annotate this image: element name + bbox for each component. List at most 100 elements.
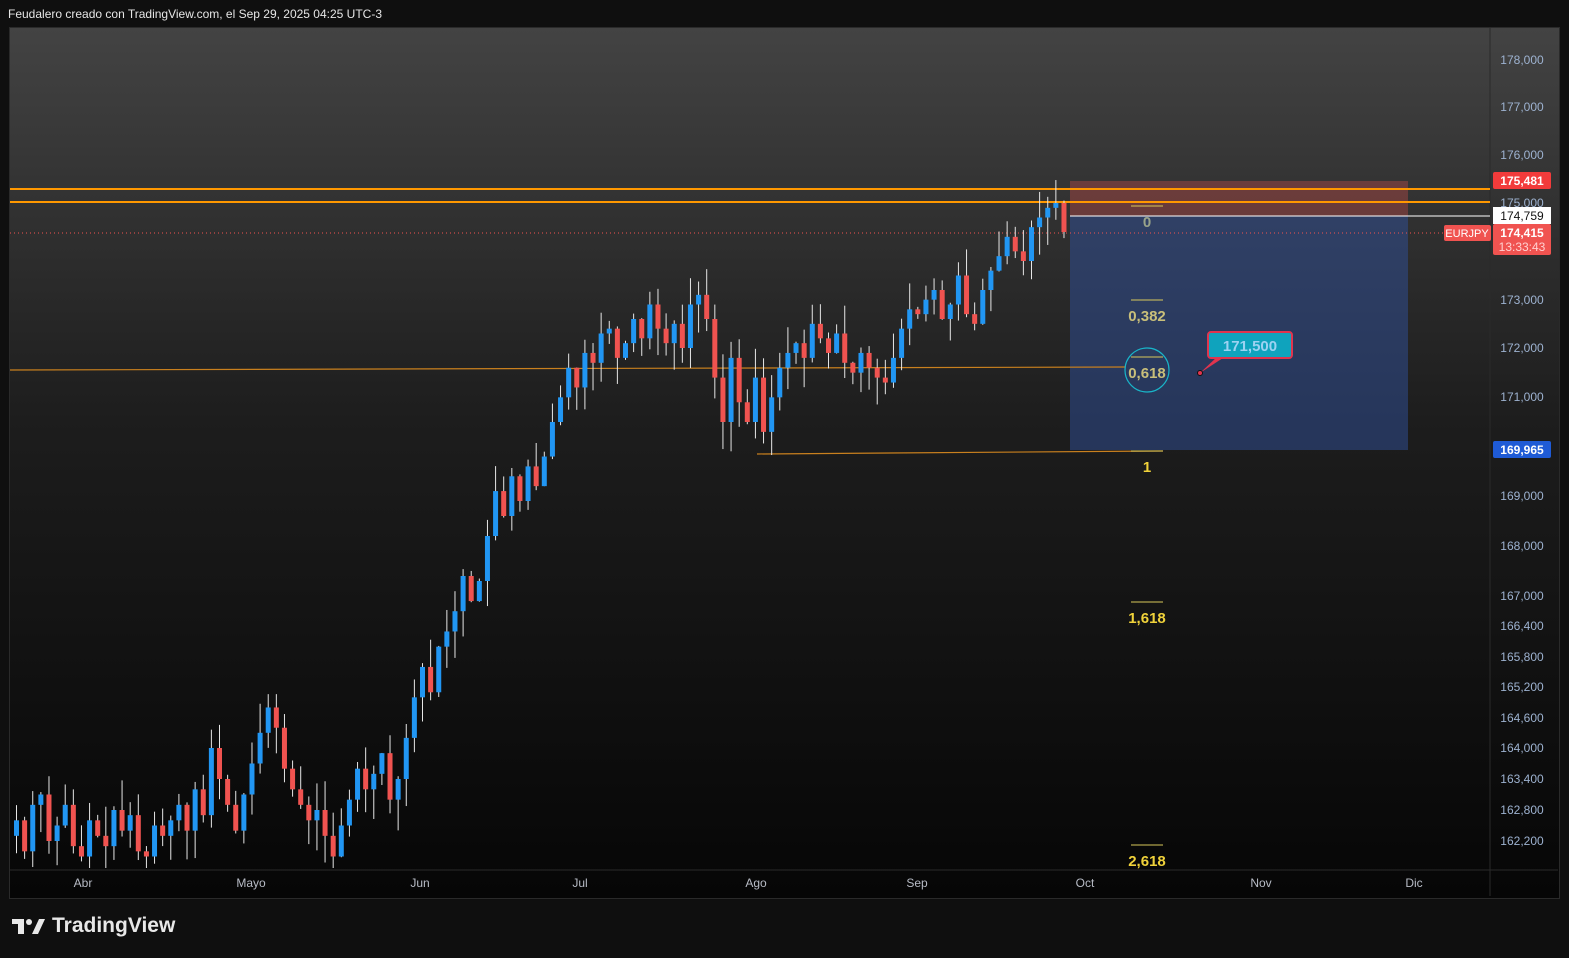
candle[interactable] xyxy=(192,781,198,859)
candle[interactable] xyxy=(14,805,19,854)
risk-zone[interactable] xyxy=(1070,181,1408,216)
candle[interactable] xyxy=(468,570,474,603)
candle[interactable] xyxy=(298,766,304,809)
candle[interactable] xyxy=(663,313,669,356)
candle[interactable] xyxy=(70,789,76,854)
candle[interactable] xyxy=(249,742,255,815)
candle[interactable] xyxy=(200,774,206,823)
candle[interactable] xyxy=(1020,230,1026,276)
candle[interactable] xyxy=(501,476,507,518)
candle[interactable] xyxy=(452,591,458,658)
candle[interactable] xyxy=(217,724,222,800)
candle[interactable] xyxy=(395,776,401,831)
candle[interactable] xyxy=(704,269,710,332)
candle[interactable] xyxy=(403,723,409,807)
candle[interactable] xyxy=(639,318,645,356)
candle[interactable] xyxy=(355,761,361,812)
candle[interactable] xyxy=(752,348,758,439)
candle[interactable] xyxy=(371,765,377,819)
candle[interactable] xyxy=(598,312,604,382)
candle[interactable] xyxy=(30,791,36,868)
candle[interactable] xyxy=(939,280,945,320)
candle[interactable] xyxy=(590,343,596,391)
candle[interactable] xyxy=(184,802,190,860)
candle[interactable] xyxy=(314,783,320,851)
candle[interactable] xyxy=(135,794,141,861)
candle[interactable] xyxy=(1045,196,1051,245)
candle[interactable] xyxy=(817,304,823,344)
candle[interactable] xyxy=(103,806,109,868)
candle[interactable] xyxy=(525,459,531,510)
candle[interactable] xyxy=(606,320,612,344)
candle[interactable] xyxy=(566,353,572,410)
candle[interactable] xyxy=(923,285,929,322)
tradingview-logo[interactable]: TradingView xyxy=(12,914,175,938)
candle[interactable] xyxy=(549,403,555,460)
candle[interactable] xyxy=(647,291,653,350)
candle[interactable] xyxy=(541,451,547,487)
candle[interactable] xyxy=(582,339,588,410)
candle[interactable] xyxy=(265,694,271,748)
candle[interactable] xyxy=(1053,180,1059,220)
candle[interactable] xyxy=(858,347,864,393)
candle[interactable] xyxy=(687,278,693,369)
candle[interactable] xyxy=(78,825,84,862)
candle[interactable] xyxy=(655,288,661,356)
candle[interactable] xyxy=(1012,226,1018,259)
candle[interactable] xyxy=(850,361,856,385)
candle[interactable] xyxy=(233,790,239,834)
candle[interactable] xyxy=(411,679,417,753)
candle[interactable] xyxy=(964,249,970,318)
candle[interactable] xyxy=(947,302,953,341)
callout-anchor[interactable] xyxy=(1197,370,1203,376)
candle[interactable] xyxy=(111,806,117,860)
candle[interactable] xyxy=(533,442,539,491)
candle[interactable] xyxy=(671,320,677,370)
candle[interactable] xyxy=(907,283,913,346)
candle[interactable] xyxy=(1029,220,1034,280)
candle[interactable] xyxy=(931,278,937,315)
candle[interactable] xyxy=(379,752,385,785)
candle[interactable] xyxy=(972,302,978,331)
candle[interactable] xyxy=(484,519,490,607)
candle[interactable] xyxy=(874,358,880,405)
candle[interactable] xyxy=(306,796,312,845)
candle[interactable] xyxy=(87,802,93,868)
candle[interactable] xyxy=(346,789,352,837)
candle[interactable] xyxy=(696,281,702,333)
candle[interactable] xyxy=(980,278,986,325)
candle[interactable] xyxy=(225,774,231,812)
candle[interactable] xyxy=(444,609,450,668)
candle[interactable] xyxy=(22,816,28,859)
candle[interactable] xyxy=(387,735,393,814)
candle[interactable] xyxy=(436,645,442,697)
candle[interactable] xyxy=(476,578,482,602)
candle[interactable] xyxy=(330,812,336,868)
candle[interactable] xyxy=(38,792,44,833)
candle[interactable] xyxy=(257,703,263,774)
candle[interactable] xyxy=(761,358,767,444)
candle[interactable] xyxy=(152,811,158,864)
candle[interactable] xyxy=(777,352,783,411)
candle[interactable] xyxy=(988,266,994,312)
candle[interactable] xyxy=(95,814,101,838)
candle[interactable] xyxy=(631,313,637,353)
candle[interactable] xyxy=(915,306,921,319)
candle[interactable] xyxy=(809,304,815,363)
candle[interactable] xyxy=(1061,200,1067,239)
candle[interactable] xyxy=(428,639,434,701)
candle[interactable] xyxy=(728,341,734,452)
candle[interactable] xyxy=(769,375,775,456)
candle[interactable] xyxy=(420,663,425,722)
candle[interactable] xyxy=(290,760,296,797)
candle[interactable] xyxy=(281,714,287,783)
chart-canvas[interactable]: 178,000177,000176,000175,000173,000172,0… xyxy=(0,0,1569,958)
candle[interactable] xyxy=(363,747,369,813)
candle[interactable] xyxy=(785,327,791,390)
candle[interactable] xyxy=(623,340,628,360)
candle[interactable] xyxy=(509,467,515,531)
candle[interactable] xyxy=(882,359,888,395)
candle[interactable] xyxy=(54,816,60,866)
swing-low-line[interactable] xyxy=(756,450,1164,455)
candle[interactable] xyxy=(62,784,68,828)
